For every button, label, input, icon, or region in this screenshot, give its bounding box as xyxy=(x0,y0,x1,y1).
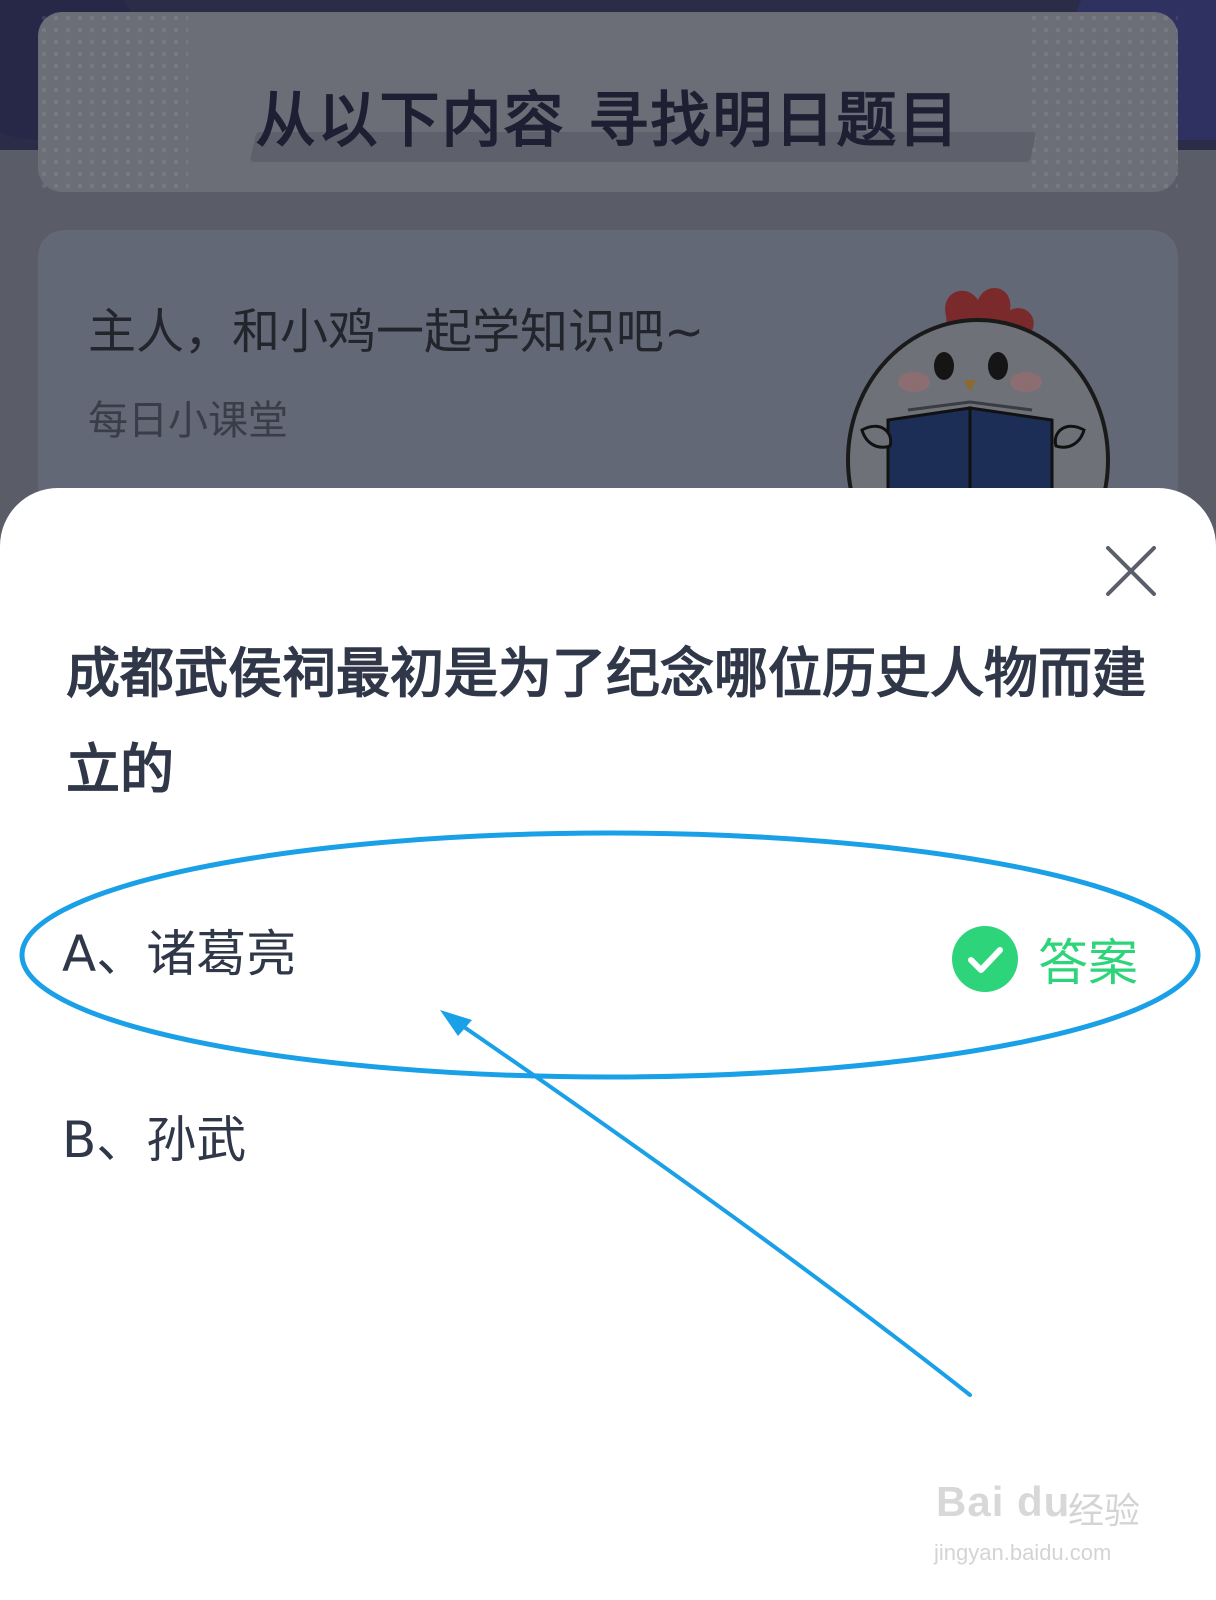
banner-title: 从以下内容 寻找明日题目 xyxy=(255,86,961,156)
check-circle-icon xyxy=(952,926,1018,992)
answer-badge: 答案 xyxy=(952,926,1138,992)
watermark-url: jingyan.baidu.com xyxy=(934,1540,1112,1565)
option-b[interactable]: B、孙武 xyxy=(62,1100,246,1172)
answer-label: 答案 xyxy=(1038,934,1138,992)
close-button[interactable] xyxy=(1100,540,1162,602)
watermark-logo: Bai du xyxy=(936,1478,1071,1525)
lesson-card-subtitle: 每日小课堂 xyxy=(88,398,288,444)
watermark-brand: 经验 xyxy=(1068,1491,1141,1532)
question-text: 成都武侯祠最初是为了纪念哪位历史人物而建立的 xyxy=(66,642,1146,801)
question-sheet: 成都武侯祠最初是为了纪念哪位历史人物而建立的 A、诸葛亮 答案 B、孙武 xyxy=(0,488,1216,1600)
lesson-card: 主人，和小鸡一起学知识吧~ 每日小课堂 xyxy=(38,230,1178,602)
option-a[interactable]: A、诸葛亮 xyxy=(62,914,296,986)
banner-card: 从以下内容 寻找明日题目 xyxy=(38,12,1178,192)
baidu-jingyan-watermark: Bai du 经验 jingyan.baidu.com xyxy=(930,1468,1170,1578)
close-icon xyxy=(1106,546,1156,596)
lesson-card-title: 主人，和小鸡一起学知识吧~ xyxy=(88,304,705,360)
